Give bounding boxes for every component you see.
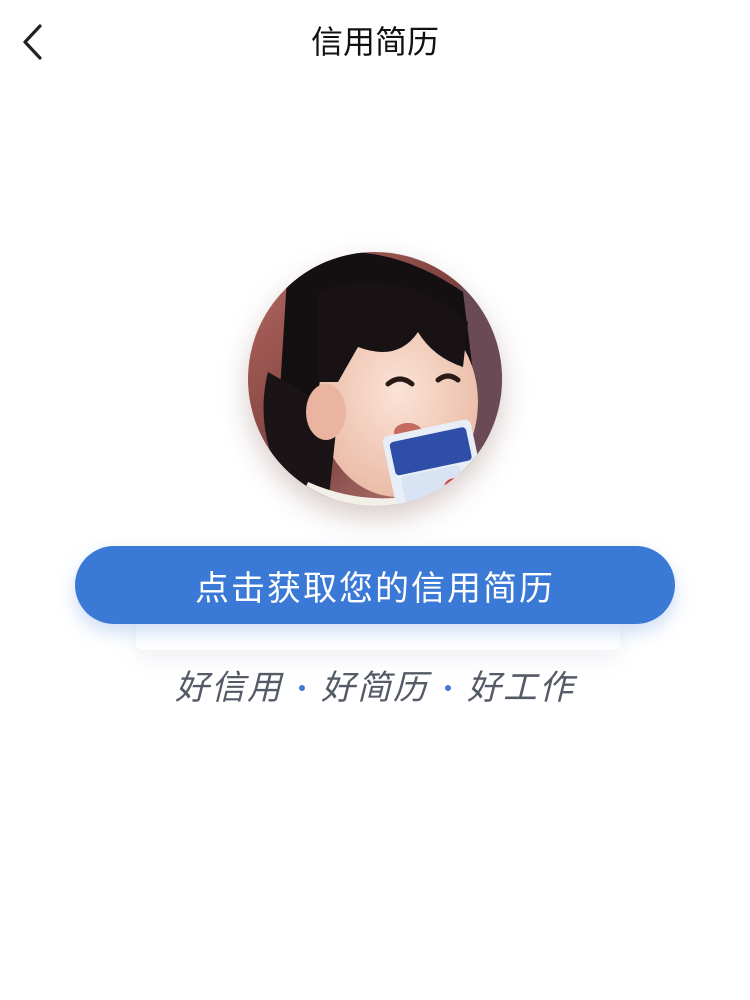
navbar: 信用简历 [0, 0, 750, 84]
page-title: 信用简历 [310, 23, 439, 61]
avatar-photo [248, 252, 502, 506]
separator-dot [445, 684, 451, 691]
slogan-item: 好简历 [321, 668, 429, 708]
avatar [248, 252, 502, 506]
credit-resume-page: 信用简历 点击获取您的信用简历 好信用 好简历 好工作 [0, 0, 750, 1000]
separator-dot [299, 684, 305, 691]
get-credit-resume-button[interactable]: 点击获取您的信用简历 [75, 546, 675, 624]
slogan: 好信用 好简历 好工作 [0, 660, 750, 709]
get-credit-resume-label: 点击获取您的信用简历 [195, 568, 555, 609]
slogan-item: 好工作 [467, 668, 575, 708]
slogan-item: 好信用 [175, 668, 283, 708]
